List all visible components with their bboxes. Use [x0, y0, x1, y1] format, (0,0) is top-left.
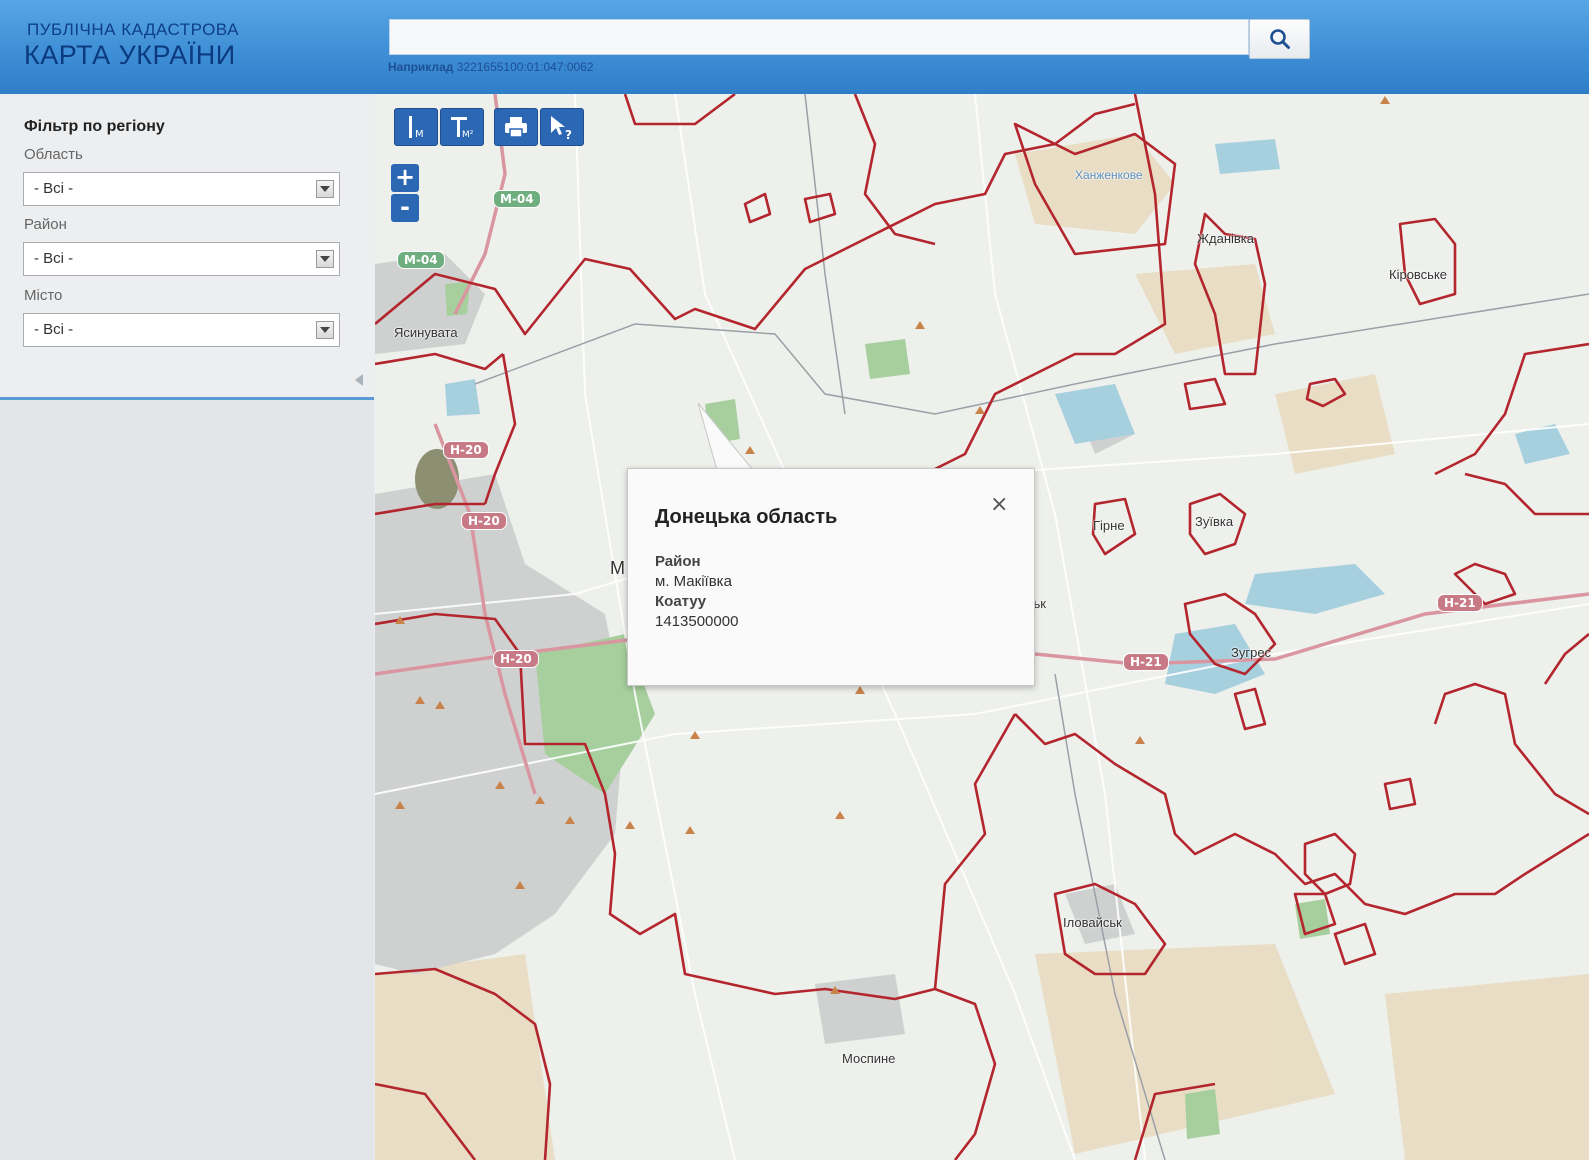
place-label-yasynuvata: Ясинувата	[394, 325, 458, 340]
city-label: Місто	[24, 287, 63, 304]
logo-subtitle[interactable]: ПУБЛІЧНА КАДАСТРОВА	[27, 20, 239, 40]
svg-text:?: ?	[565, 128, 572, 141]
place-label-hirne: Гірне	[1093, 518, 1125, 533]
place-label-kirovske: Кіровське	[1389, 267, 1448, 282]
place-label-zuivka: Зуївка	[1195, 514, 1234, 529]
oblast-select-value: - Всі -	[34, 180, 74, 197]
search-button[interactable]	[1249, 19, 1310, 59]
raion-select[interactable]: - Всі -	[23, 242, 340, 276]
cursor-question-icon: ?	[551, 116, 572, 141]
place-label-mospyne: Моспине	[842, 1051, 896, 1066]
place-label-zuhres: Зугрес	[1231, 645, 1272, 660]
ruler-m-icon: M	[409, 116, 424, 140]
district-value: м. Макіївка	[655, 573, 732, 590]
raion-label: Район	[24, 216, 67, 233]
svg-text:M²: M²	[462, 130, 474, 140]
sidebar: Фільтр по регіону Область - Всі - Район …	[0, 94, 374, 1160]
road-label-h20: Н-20	[461, 512, 507, 530]
place-label-ilovaisk: Іловайськ	[1063, 915, 1122, 930]
koatuu-label: Коатуу	[655, 593, 707, 610]
oblast-select[interactable]: - Всі -	[23, 172, 340, 206]
ruler-m2-icon: M²	[451, 117, 474, 140]
city-select[interactable]: - Всі -	[23, 313, 340, 347]
search-example-value: 3221655100:01:047:0062	[456, 60, 594, 74]
popup-title: Донецька область	[655, 506, 838, 528]
search-icon	[1269, 29, 1290, 49]
measure-area-button[interactable]: M²	[440, 108, 484, 146]
identify-button[interactable]: ?	[540, 108, 584, 146]
logo-title[interactable]: КАРТА УКРАЇНИ	[24, 40, 236, 71]
chevron-down-icon[interactable]	[316, 250, 334, 268]
place-label-makiivka-partial: М	[610, 558, 625, 578]
road-label-h20: Н-20	[443, 441, 489, 459]
road-label-m04: М-04	[493, 190, 541, 208]
info-popup: Донецька область × Район м. Макіївка Коа…	[627, 468, 1035, 686]
road-label-h20: Н-20	[493, 650, 539, 668]
road-label-h21: Н-21	[1437, 594, 1483, 612]
filter-title: Фільтр по регіону	[24, 118, 165, 135]
place-label-zhdanivka: Жданівка	[1197, 231, 1254, 246]
collapse-sidebar-button[interactable]	[348, 366, 372, 394]
close-icon[interactable]: ×	[990, 492, 1008, 517]
region-filter-panel: Фільтр по регіону Область - Всі - Район …	[0, 94, 374, 400]
chevron-down-icon[interactable]	[316, 180, 334, 198]
search-example: Наприклад 3221655100:01:047:0062	[388, 60, 594, 74]
zoom-in-button[interactable]: +	[391, 164, 419, 192]
road-label-m04: М-04	[397, 251, 445, 269]
raion-select-value: - Всі -	[34, 250, 74, 267]
print-button[interactable]	[494, 108, 538, 146]
chevron-left-icon	[355, 374, 363, 386]
header-bar: ПУБЛІЧНА КАДАСТРОВА КАРТА УКРАЇНИ Наприк…	[0, 0, 1589, 94]
city-select-value: - Всі -	[34, 321, 74, 338]
road-label-h21: Н-21	[1123, 653, 1169, 671]
oblast-label: Область	[24, 146, 83, 163]
district-label: Район	[655, 553, 701, 570]
printer-icon	[505, 117, 527, 138]
search-example-label: Наприклад	[388, 60, 454, 74]
place-label-reservoir: Ханженкове	[1075, 168, 1143, 182]
koatuu-value: 1413500000	[655, 613, 739, 630]
zoom-out-button[interactable]: -	[391, 194, 419, 222]
popup-pointer	[697, 402, 770, 472]
svg-text:M: M	[415, 129, 424, 140]
search-input[interactable]	[389, 19, 1249, 55]
chevron-down-icon[interactable]	[316, 321, 334, 339]
measure-distance-button[interactable]: M	[394, 108, 438, 146]
